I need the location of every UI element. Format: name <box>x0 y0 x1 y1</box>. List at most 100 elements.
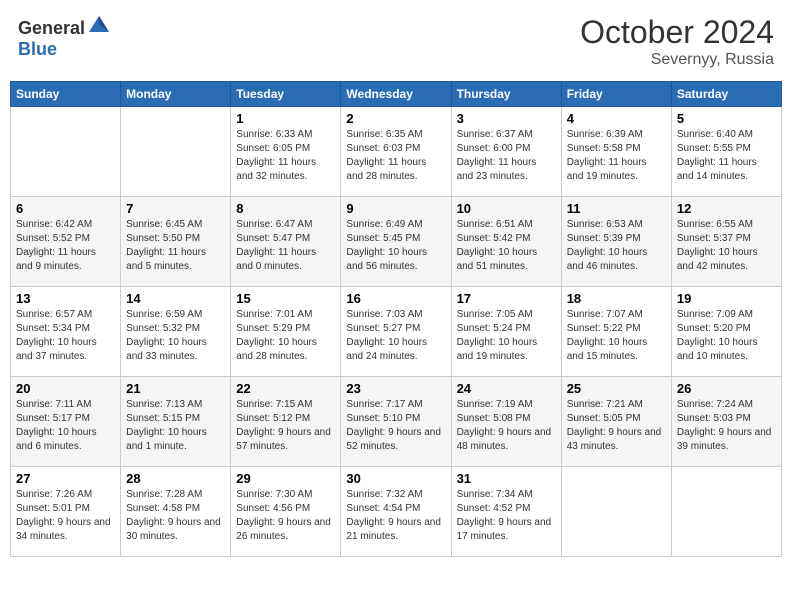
day-number: 11 <box>567 201 666 216</box>
calendar-cell: 2Sunrise: 6:35 AMSunset: 6:03 PMDaylight… <box>341 107 451 197</box>
day-number: 21 <box>126 381 225 396</box>
day-info: Sunrise: 6:39 AMSunset: 5:58 PMDaylight:… <box>567 128 666 184</box>
weekday-header-tuesday: Tuesday <box>231 82 341 107</box>
weekday-header-wednesday: Wednesday <box>341 82 451 107</box>
day-number: 12 <box>677 201 776 216</box>
day-number: 24 <box>457 381 556 396</box>
day-number: 30 <box>346 471 445 486</box>
day-info: Sunrise: 6:59 AMSunset: 5:32 PMDaylight:… <box>126 308 225 364</box>
calendar-cell: 12 Sunrise: 6:55 AMSunset: 5:37 PMDayligh… <box>671 197 781 287</box>
weekday-header-sunday: Sunday <box>11 82 121 107</box>
day-number: 7 <box>126 201 225 216</box>
day-number: 3 <box>457 111 556 126</box>
calendar-cell: 13 Sunrise: 6:57 AMSunset: 5:34 PMDayligh… <box>11 287 121 377</box>
logo: General Blue <box>18 14 111 60</box>
day-number: 14 <box>126 291 225 306</box>
day-number: 4 <box>567 111 666 126</box>
day-number: 10 <box>457 201 556 216</box>
calendar-cell: 9 Sunrise: 6:49 AMSunset: 5:45 PMDaylight… <box>341 197 451 287</box>
day-info: Sunrise: 6:45 AMSunset: 5:50 PMDaylight:… <box>126 218 225 274</box>
calendar-week-row: 27 Sunrise: 7:26 AMSunset: 5:01 PMDayligh… <box>11 467 782 557</box>
calendar-week-row: 20 Sunrise: 7:11 AMSunset: 5:17 PMDayligh… <box>11 377 782 467</box>
logo-icon <box>87 14 111 34</box>
calendar-cell: 28Sunrise: 7:28 AMSunset: 4:58 PMDayligh… <box>121 467 231 557</box>
calendar-week-row: 13 Sunrise: 6:57 AMSunset: 5:34 PMDayligh… <box>11 287 782 377</box>
page-header: General Blue October 2024 Severnyy, Russ… <box>10 10 782 73</box>
calendar-cell: 30 Sunrise: 7:32 AMSunset: 4:54 PMDayligh… <box>341 467 451 557</box>
weekday-header-row: SundayMondayTuesdayWednesdayThursdayFrid… <box>11 82 782 107</box>
day-number: 18 <box>567 291 666 306</box>
day-info: Sunrise: 7:19 AMSunset: 5:08 PMDaylight:… <box>457 398 556 454</box>
day-info: Sunrise: 7:03 AMSunset: 5:27 PMDaylight:… <box>346 308 445 364</box>
month-year-title: October 2024 <box>580 14 774 51</box>
calendar-cell: 21 Sunrise: 7:13 AMSunset: 5:15 PMDayligh… <box>121 377 231 467</box>
calendar-cell: 29 Sunrise: 7:30 AMSunset: 4:56 PMDayligh… <box>231 467 341 557</box>
day-info: Sunrise: 7:21 AMSunset: 5:05 PMDaylight:… <box>567 398 666 454</box>
calendar-cell: 26 Sunrise: 7:24 AMSunset: 5:03 PMDayligh… <box>671 377 781 467</box>
day-info: Sunrise: 6:51 AMSunset: 5:42 PMDaylight:… <box>457 218 556 274</box>
calendar-cell: 14 Sunrise: 6:59 AMSunset: 5:32 PMDayligh… <box>121 287 231 377</box>
day-info: Sunrise: 6:47 AMSunset: 5:47 PMDaylight:… <box>236 218 335 274</box>
day-number: 29 <box>236 471 335 486</box>
calendar-cell <box>671 467 781 557</box>
day-info: Sunrise: 7:28 AMSunset: 4:58 PMDaylight:… <box>126 488 225 544</box>
day-info: Sunrise: 6:40 AMSunset: 5:55 PMDaylight:… <box>677 128 776 184</box>
day-info: Sunrise: 7:09 AMSunset: 5:20 PMDaylight:… <box>677 308 776 364</box>
calendar-cell: 16 Sunrise: 7:03 AMSunset: 5:27 PMDayligh… <box>341 287 451 377</box>
day-number: 19 <box>677 291 776 306</box>
day-info: Sunrise: 7:01 AMSunset: 5:29 PMDaylight:… <box>236 308 335 364</box>
day-info: Sunrise: 6:37 AMSunset: 6:00 PMDaylight:… <box>457 128 556 184</box>
calendar-cell <box>121 107 231 197</box>
calendar-cell: 22Sunrise: 7:15 AMSunset: 5:12 PMDayligh… <box>231 377 341 467</box>
calendar-cell: 1Sunrise: 6:33 AMSunset: 6:05 PMDaylight… <box>231 107 341 197</box>
calendar-cell: 17 Sunrise: 7:05 AMSunset: 5:24 PMDayligh… <box>451 287 561 377</box>
day-info: Sunrise: 7:17 AMSunset: 5:10 PMDaylight:… <box>346 398 445 454</box>
day-number: 6 <box>16 201 115 216</box>
day-info: Sunrise: 6:35 AMSunset: 6:03 PMDaylight:… <box>346 128 445 184</box>
calendar-cell: 23 Sunrise: 7:17 AMSunset: 5:10 PMDayligh… <box>341 377 451 467</box>
weekday-header-friday: Friday <box>561 82 671 107</box>
calendar-cell: 20 Sunrise: 7:11 AMSunset: 5:17 PMDayligh… <box>11 377 121 467</box>
day-info: Sunrise: 7:32 AMSunset: 4:54 PMDaylight:… <box>346 488 445 544</box>
day-number: 15 <box>236 291 335 306</box>
day-number: 17 <box>457 291 556 306</box>
day-info: Sunrise: 7:30 AMSunset: 4:56 PMDaylight:… <box>236 488 335 544</box>
day-info: Sunrise: 6:42 AMSunset: 5:52 PMDaylight:… <box>16 218 115 274</box>
day-number: 27 <box>16 471 115 486</box>
day-info: Sunrise: 7:05 AMSunset: 5:24 PMDaylight:… <box>457 308 556 364</box>
calendar-cell: 7 Sunrise: 6:45 AMSunset: 5:50 PMDaylight… <box>121 197 231 287</box>
calendar-cell: 15 Sunrise: 7:01 AMSunset: 5:29 PMDayligh… <box>231 287 341 377</box>
calendar-table: SundayMondayTuesdayWednesdayThursdayFrid… <box>10 81 782 557</box>
calendar-cell: 31Sunrise: 7:34 AMSunset: 4:52 PMDayligh… <box>451 467 561 557</box>
weekday-header-saturday: Saturday <box>671 82 781 107</box>
day-number: 9 <box>346 201 445 216</box>
day-info: Sunrise: 7:26 AMSunset: 5:01 PMDaylight:… <box>16 488 115 544</box>
calendar-cell: 19 Sunrise: 7:09 AMSunset: 5:20 PMDayligh… <box>671 287 781 377</box>
day-number: 5 <box>677 111 776 126</box>
day-info: Sunrise: 6:57 AMSunset: 5:34 PMDaylight:… <box>16 308 115 364</box>
day-number: 13 <box>16 291 115 306</box>
day-info: Sunrise: 7:13 AMSunset: 5:15 PMDaylight:… <box>126 398 225 454</box>
logo-general-text: General <box>18 18 85 38</box>
day-info: Sunrise: 6:49 AMSunset: 5:45 PMDaylight:… <box>346 218 445 274</box>
weekday-header-thursday: Thursday <box>451 82 561 107</box>
day-info: Sunrise: 6:55 AMSunset: 5:37 PMDaylight:… <box>677 218 776 274</box>
day-info: Sunrise: 7:24 AMSunset: 5:03 PMDaylight:… <box>677 398 776 454</box>
calendar-cell: 3 Sunrise: 6:37 AMSunset: 6:00 PMDaylight… <box>451 107 561 197</box>
calendar-cell <box>11 107 121 197</box>
day-number: 16 <box>346 291 445 306</box>
day-number: 23 <box>346 381 445 396</box>
calendar-cell: 4 Sunrise: 6:39 AMSunset: 5:58 PMDaylight… <box>561 107 671 197</box>
calendar-cell <box>561 467 671 557</box>
logo-blue-text: Blue <box>18 39 57 59</box>
calendar-week-row: 6 Sunrise: 6:42 AMSunset: 5:52 PMDaylight… <box>11 197 782 287</box>
day-number: 31 <box>457 471 556 486</box>
day-number: 8 <box>236 201 335 216</box>
day-info: Sunrise: 7:11 AMSunset: 5:17 PMDaylight:… <box>16 398 115 454</box>
location-text: Severnyy, Russia <box>580 51 774 69</box>
day-number: 22 <box>236 381 335 396</box>
day-number: 20 <box>16 381 115 396</box>
day-number: 26 <box>677 381 776 396</box>
calendar-cell: 6 Sunrise: 6:42 AMSunset: 5:52 PMDaylight… <box>11 197 121 287</box>
day-info: Sunrise: 6:33 AMSunset: 6:05 PMDaylight:… <box>236 128 335 184</box>
